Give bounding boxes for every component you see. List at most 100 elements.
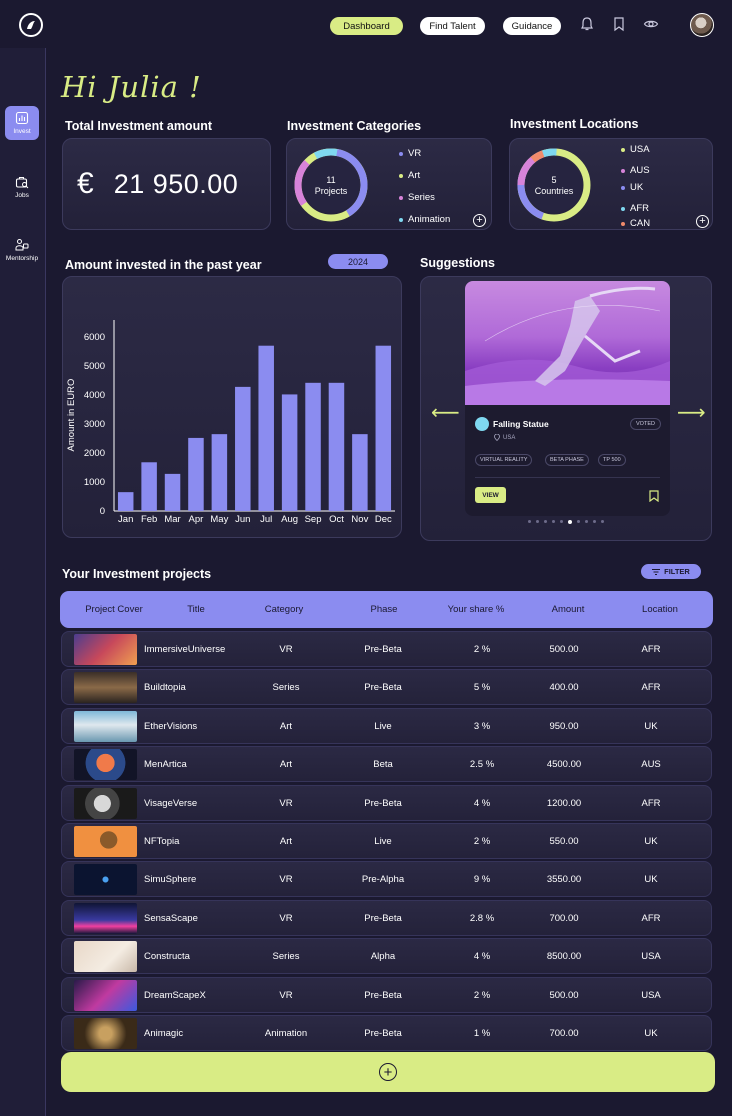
- suggestions-card: ⟵ ⟶ Falling Statue VOTED USA VIRTUAL REA…: [420, 276, 712, 541]
- project-location: UK: [644, 874, 658, 886]
- y-tick-label: 1000: [84, 477, 105, 488]
- project-cover-image: [74, 1018, 137, 1049]
- view-button[interactable]: VIEW: [475, 487, 506, 503]
- next-arrow-icon[interactable]: ⟶: [677, 400, 706, 425]
- pager-dot[interactable]: [552, 520, 555, 523]
- table-row[interactable]: NFTopia Art Live 2 % 550.00 UK: [61, 823, 712, 859]
- table-row[interactable]: DreamScapeX VR Pre-Beta 2 % 500.00 USA: [61, 976, 712, 1013]
- pager-dot-active[interactable]: [568, 520, 572, 524]
- total-investment-card: € 21 950.00: [62, 138, 271, 230]
- legend-afr: AFR: [621, 203, 649, 214]
- bar-jan: [117, 492, 134, 511]
- locations-count: 5: [551, 175, 556, 185]
- project-location: UK: [644, 720, 658, 732]
- x-tick-label: Aug: [281, 514, 298, 525]
- bar-sep: [305, 382, 321, 511]
- project-category: Series: [272, 951, 300, 963]
- project-category: Art: [279, 720, 293, 732]
- table-row[interactable]: SimuSphere VR Pre-Alpha 9 % 3550.00 UK: [61, 861, 712, 898]
- filter-button[interactable]: FILTER: [641, 564, 701, 579]
- table-row[interactable]: VisageVerse VR Pre-Beta 4 % 1200.00 AFR: [61, 784, 712, 821]
- tag-virtual-reality: VIRTUAL REALITY: [475, 454, 533, 466]
- add-category-icon[interactable]: +: [473, 214, 486, 227]
- bookmark-icon[interactable]: [649, 490, 659, 502]
- legend-series: Series: [399, 192, 435, 203]
- bar-apr: [188, 437, 204, 511]
- col-location[interactable]: Location: [642, 604, 678, 615]
- project-share: 9 %: [473, 874, 491, 886]
- table-row[interactable]: MenArtica Art Beta 2.5 % 4500.00 AUS: [61, 746, 712, 783]
- col-project-cover[interactable]: Project Cover: [85, 604, 143, 615]
- pager-dot[interactable]: [585, 520, 588, 523]
- project-title: Animagic: [144, 1028, 184, 1039]
- project-amount: 700.00: [549, 912, 579, 924]
- logo-icon[interactable]: [19, 13, 43, 37]
- add-project-button[interactable]: +: [61, 1052, 715, 1092]
- project-location: USA: [641, 951, 661, 963]
- bell-icon[interactable]: [579, 16, 595, 32]
- pager-dot[interactable]: [528, 520, 531, 523]
- project-share: 4 %: [473, 797, 491, 809]
- x-tick-label: May: [210, 514, 228, 525]
- prev-arrow-icon[interactable]: ⟵: [431, 400, 460, 425]
- x-tick-label: Oct: [329, 514, 344, 525]
- year-selector[interactable]: 2024: [328, 254, 388, 269]
- project-cover-image: [74, 710, 137, 742]
- project-phase: Live: [374, 836, 392, 847]
- sidebar-item-mentorship[interactable]: Mentorship: [5, 233, 39, 267]
- categories-donut: 11 Projects: [294, 148, 368, 222]
- pager-dot[interactable]: [560, 520, 563, 523]
- suggestions-title: Suggestions: [420, 256, 496, 270]
- pager-dot[interactable]: [577, 520, 580, 523]
- col-title[interactable]: Title: [187, 604, 205, 615]
- legend-art: Art: [399, 170, 420, 181]
- table-row[interactable]: EtherVisions Art Live 3 % 950.00 UK: [61, 707, 712, 744]
- categories-count-label: Projects: [315, 186, 348, 196]
- project-amount: 4500.00: [546, 759, 582, 771]
- project-cover-image: [74, 979, 137, 1011]
- project-title: MenArtica: [144, 759, 187, 771]
- currency-symbol: €: [77, 167, 94, 200]
- col-amount[interactable]: Amount: [552, 604, 585, 615]
- project-amount: 550.00: [549, 836, 579, 847]
- sidebar-item-invest[interactable]: Invest: [5, 106, 39, 140]
- project-category: Series: [272, 682, 300, 694]
- tag-tp-500: TP 500: [598, 454, 626, 466]
- project-cover-image: [74, 902, 137, 934]
- table-row[interactable]: Buildtopia Series Pre-Beta 5 % 400.00 AFR: [61, 669, 712, 706]
- project-phase: Pre-Beta: [364, 1028, 402, 1039]
- table-row[interactable]: Animagic Animation Pre-Beta 1 % 700.00 UK: [61, 1015, 712, 1051]
- col-category[interactable]: Category: [265, 604, 304, 615]
- tab-dashboard[interactable]: Dashboard: [330, 17, 403, 35]
- legend-aus: AUS: [621, 165, 650, 176]
- pager-dot[interactable]: [593, 520, 596, 523]
- table-row[interactable]: Constructa Series Alpha 4 % 8500.00 USA: [61, 938, 712, 975]
- project-cover-image: [74, 941, 137, 973]
- y-tick-label: 3000: [84, 419, 105, 430]
- table-row[interactable]: SensaScape VR Pre-Beta 2.8 % 700.00 AFR: [61, 899, 712, 936]
- col-share[interactable]: Your share %: [448, 604, 505, 615]
- project-location: AFR: [641, 912, 661, 924]
- plus-icon: +: [379, 1063, 397, 1081]
- col-phase[interactable]: Phase: [371, 604, 398, 615]
- table-header: Project Cover Title Category Phase Your …: [60, 591, 713, 628]
- pager-dot[interactable]: [601, 520, 604, 523]
- sidebar-item-jobs[interactable]: Jobs: [5, 170, 39, 204]
- avatar[interactable]: [690, 13, 714, 37]
- table-row[interactable]: ImmersiveUniverse VR Pre-Beta 2 % 500.00 AFR: [61, 631, 712, 667]
- project-title: NFTopia: [144, 836, 180, 847]
- bar-mar: [164, 473, 181, 511]
- project-title: EtherVisions: [144, 720, 198, 732]
- project-amount: 1200.00: [546, 797, 582, 809]
- pager-dot[interactable]: [536, 520, 539, 523]
- pager-dot[interactable]: [544, 520, 547, 523]
- bar-aug: [281, 394, 298, 511]
- tab-guidance[interactable]: Guidance: [503, 17, 561, 35]
- add-location-icon[interactable]: +: [696, 215, 709, 228]
- eye-icon[interactable]: [643, 16, 659, 32]
- project-amount: 950.00: [549, 720, 579, 732]
- project-phase: Pre-Beta: [364, 644, 402, 655]
- tab-find-talent[interactable]: Find Talent: [420, 17, 485, 35]
- bookmark-icon[interactable]: [611, 16, 627, 32]
- suggestion-item[interactable]: Falling Statue VOTED USA VIRTUAL REALITY…: [465, 281, 670, 516]
